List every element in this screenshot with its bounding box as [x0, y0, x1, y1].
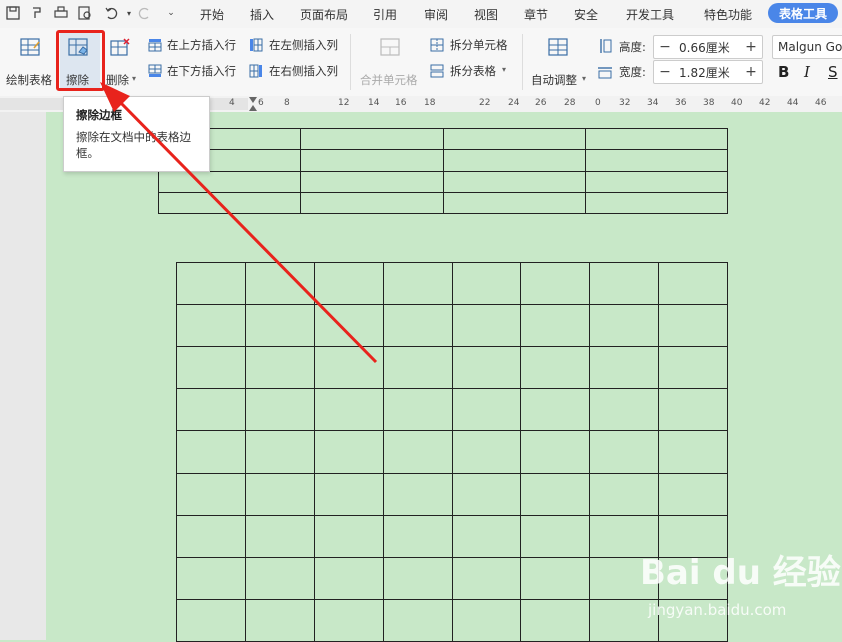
annotation-arrow: [100, 82, 378, 364]
baidu-watermark: Bai du 经验 jingyan.baidu.com: [640, 545, 841, 635]
watermark-text: Bai du 经验: [640, 553, 841, 593]
watermark-url: jingyan.baidu.com: [648, 601, 787, 619]
